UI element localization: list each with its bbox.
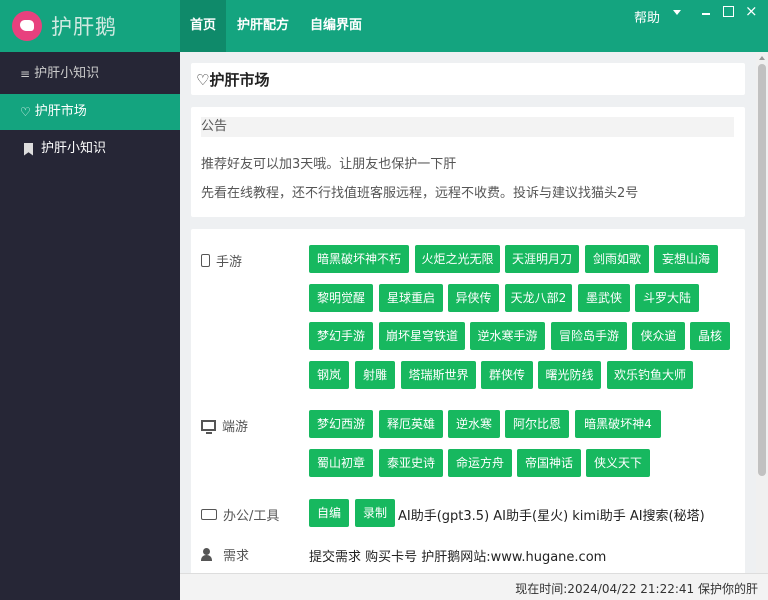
game-button[interactable]: 曙光防线 [538,361,601,389]
monitor-icon [201,420,216,434]
add-user-icon [201,548,217,561]
game-button[interactable]: 火炬之光无限 [415,245,500,273]
game-button[interactable]: 阿尔比恩 [505,410,569,438]
tab-liver-recipe[interactable]: 护肝配方 [227,0,299,52]
record-button[interactable]: 录制 [355,499,395,527]
main-content: ♡护肝市场 公告 推荐好友可以加3天哦。让朋友也保护一下肝 先看在线教程，还不行… [180,52,756,573]
sidebar: ≡ 护肝小知识 ♡ 护肝市场 护肝小知识 [0,52,180,600]
game-button[interactable]: 崩坏星穹铁道 [379,322,465,350]
category-tools: 办公/工具 [201,505,279,524]
game-button[interactable]: 冒险岛手游 [551,322,627,350]
bookmark-icon [24,142,33,156]
game-button[interactable]: 梦幻手游 [309,322,373,350]
scroll-up-icon[interactable] [759,56,765,60]
keyboard-icon [201,509,217,520]
game-button[interactable]: 星球重启 [379,284,443,312]
game-button[interactable]: 射雕 [355,361,395,389]
game-button[interactable]: 命运方舟 [448,449,512,477]
game-button[interactable]: 释厄英雄 [379,410,443,438]
game-button[interactable]: 异侠传 [448,284,499,312]
request-links[interactable]: 提交需求 购买卡号 护肝鹅网站:www.hugane.com [309,546,606,565]
game-button[interactable]: 蜀山初章 [309,449,373,477]
game-button[interactable]: 暗黑破坏神不朽 [309,245,409,273]
phone-icon [201,254,210,267]
game-button[interactable]: 晶核 [690,322,730,350]
game-button[interactable]: 剑雨如歌 [585,245,649,273]
sidebar-item-knowledge[interactable]: 护肝小知识 [0,131,180,167]
game-button[interactable]: 斗罗大陆 [635,284,699,312]
category-request: 需求 [201,545,249,564]
category-pc: 端游 [201,416,248,435]
game-button[interactable]: 泰亚史诗 [379,449,443,477]
game-button[interactable]: 帝国神话 [517,449,581,477]
game-button[interactable]: 天龙八部2 [505,284,572,312]
app-logo: 护肝鹅 [0,0,180,52]
scrollbar-thumb[interactable] [758,64,766,476]
menu-icon: ≡ [20,67,31,81]
notice-line: 推荐好友可以加3天哦。让朋友也保护一下肝 [201,157,457,172]
goose-logo-icon [12,11,42,41]
game-button[interactable]: 群侠传 [481,361,533,389]
game-button[interactable]: 墨武侠 [578,284,630,312]
games-panel: 手游 端游 办公/工具 需求 暗黑破坏神不朽 火炬之光无限 天涯明月刀 剑雨如歌… [191,229,745,573]
top-bar: 护肝鹅 首页 护肝配方 自编界面 帮助 × [0,0,768,52]
minimize-button[interactable] [699,5,713,19]
ai-tool-links[interactable]: AI助手(gpt3.5) AI助手(星火) kimi助手 AI搜索(秘塔) [398,505,705,524]
market-panel: ♡护肝市场 [191,63,745,95]
sidebar-item-knowledge-menu[interactable]: ≡ 护肝小知识 [0,56,180,92]
tab-home[interactable]: 首页 [180,0,227,52]
heart-icon: ♡ [20,105,31,119]
game-button[interactable]: 梦幻西游 [309,410,373,438]
category-mobile: 手游 [201,251,242,270]
game-button[interactable]: 逆水寒 [448,410,500,438]
help-dropdown-icon[interactable] [673,10,681,15]
app-name: 护肝鹅 [51,15,117,39]
custom-edit-button[interactable]: 自编 [309,499,349,527]
help-menu[interactable]: 帮助 [634,7,660,26]
tab-custom-ui[interactable]: 自编界面 [300,0,372,52]
game-button[interactable]: 暗黑破坏神4 [575,410,661,438]
sidebar-item-label: 护肝市场 [34,104,87,119]
game-button[interactable]: 欢乐钓鱼大师 [607,361,693,389]
maximize-button[interactable] [723,6,734,17]
game-button[interactable]: 钢岚 [309,361,349,389]
game-button[interactable]: 天涯明月刀 [505,245,579,273]
current-time: 现在时间:2024/04/22 21:22:41 保护你的肝 [515,582,758,596]
notice-panel: 公告 推荐好友可以加3天哦。让朋友也保护一下肝 先看在线教程，还不行找值班客服远… [191,107,745,217]
game-button[interactable]: 妄想山海 [654,245,718,273]
game-button[interactable]: 逆水寒手游 [470,322,545,350]
sidebar-item-label: 护肝小知识 [34,66,100,81]
game-button[interactable]: 侠众道 [632,322,685,350]
heart-icon: ♡ [196,71,210,89]
page-title: ♡护肝市场 [196,71,270,89]
game-button[interactable]: 塔瑞斯世界 [401,361,476,389]
game-button[interactable]: 黎明觉醒 [309,284,373,312]
sidebar-item-label: 护肝小知识 [41,141,107,156]
scrollbar[interactable] [756,52,768,573]
notice-line: 先看在线教程，还不行找值班客服远程，远程不收费。投诉与建议找猫头2号 [201,186,639,201]
status-bar: 现在时间:2024/04/22 21:22:41 保护你的肝 [180,573,768,600]
notice-header: 公告 [201,117,734,137]
game-button[interactable]: 侠义天下 [586,449,650,477]
close-button[interactable]: × [745,3,758,19]
sidebar-item-market[interactable]: ♡ 护肝市场 [0,94,180,130]
top-nav: 首页 护肝配方 自编界面 [180,0,373,52]
